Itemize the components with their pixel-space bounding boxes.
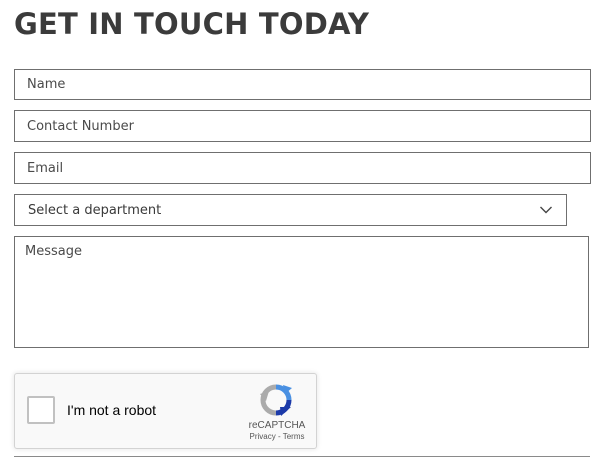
recaptcha-logo-icon bbox=[260, 384, 292, 416]
terms-link[interactable]: Terms bbox=[283, 432, 305, 441]
links-separator: - bbox=[275, 432, 283, 441]
chevron-down-icon bbox=[540, 206, 552, 214]
department-select-value: Select a department bbox=[28, 203, 162, 218]
privacy-link[interactable]: Privacy bbox=[250, 432, 276, 441]
message-field[interactable] bbox=[14, 236, 589, 348]
email-field[interactable] bbox=[14, 152, 591, 184]
recaptcha-links: Privacy - Terms bbox=[237, 432, 317, 442]
recaptcha-widget: I'm not a robot reCAPTCHA Privacy - Term… bbox=[14, 373, 317, 449]
department-select[interactable]: Select a department bbox=[14, 194, 567, 226]
recaptcha-checkbox[interactable] bbox=[27, 396, 55, 424]
contact-page: GET IN TOUCH TODAY Select a department I… bbox=[0, 0, 607, 457]
recaptcha-brand: reCAPTCHA bbox=[248, 420, 306, 431]
name-field[interactable] bbox=[14, 69, 591, 100]
page-title: GET IN TOUCH TODAY bbox=[14, 7, 370, 41]
recaptcha-label: I'm not a robot bbox=[67, 402, 157, 418]
contact-number-field[interactable] bbox=[14, 110, 591, 142]
